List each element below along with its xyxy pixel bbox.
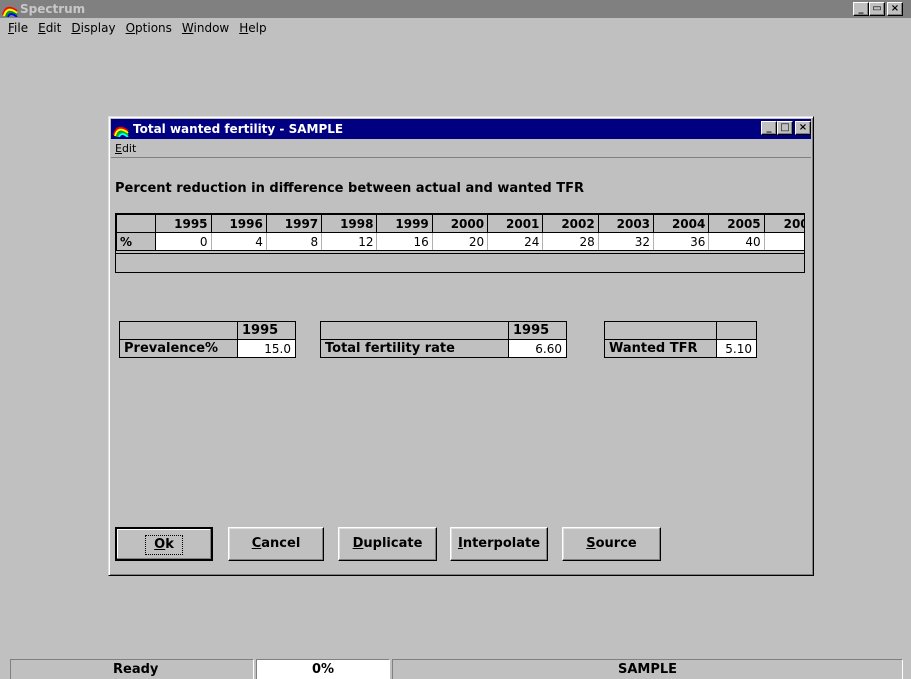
status-bar: Ready 0% SAMPLE bbox=[0, 657, 911, 679]
wanted-corner bbox=[604, 321, 717, 340]
year-header: 2001 bbox=[487, 214, 544, 233]
percent-cell[interactable]: 8 bbox=[265, 232, 323, 251]
status-file: SAMPLE bbox=[392, 659, 903, 679]
tfr-value[interactable]: 6.60 bbox=[508, 339, 567, 358]
percent-cell[interactable]: 24 bbox=[487, 232, 544, 251]
year-header: 1998 bbox=[321, 214, 378, 233]
app-title: Spectrum bbox=[20, 2, 86, 16]
status-progress-text: 0% bbox=[311, 662, 335, 677]
wanted-tfr-value[interactable]: 5.10 bbox=[716, 339, 757, 358]
percent-row: % 0 4 8 12 16 20 24 28 32 36 40 4 bbox=[116, 232, 804, 251]
menu-file[interactable]: File bbox=[4, 21, 34, 35]
source-button[interactable]: Source bbox=[562, 527, 661, 561]
dialog-titlebar[interactable]: Total wanted fertility - SAMPLE _ □ × bbox=[111, 119, 811, 139]
year-percent-table: 1995 1996 1997 1998 1999 2000 2001 2002 … bbox=[116, 214, 804, 251]
percent-cell[interactable]: 20 bbox=[431, 232, 489, 251]
app-titlebar: Spectrum _ ▭ × bbox=[0, 0, 911, 18]
total-fertility-rate-table: 1995 Total fertility rate 6.60 bbox=[320, 321, 567, 358]
spectrum-rainbow-icon bbox=[2, 6, 18, 17]
restore-button[interactable]: ▭ bbox=[869, 2, 885, 16]
reduction-heading: Percent reduction in difference between … bbox=[115, 181, 585, 196]
dialog-window-controls: _ □ × bbox=[761, 121, 811, 135]
status-progress: 0% bbox=[256, 659, 390, 679]
year-header: 1995 bbox=[155, 214, 212, 233]
percent-cell[interactable]: 36 bbox=[653, 232, 710, 251]
menu-options[interactable]: Options bbox=[122, 21, 178, 35]
percent-cell[interactable]: 32 bbox=[597, 232, 655, 251]
dialog-title: Total wanted fertility - SAMPLE bbox=[133, 122, 344, 136]
percent-row-label: % bbox=[116, 232, 157, 251]
prevalence-value[interactable]: 15.0 bbox=[237, 339, 296, 358]
percent-cell[interactable]: 12 bbox=[321, 232, 378, 251]
year-header: 1996 bbox=[210, 214, 267, 233]
percent-cell[interactable]: 16 bbox=[376, 232, 433, 251]
minimize-button[interactable]: _ bbox=[853, 2, 869, 16]
menu-window[interactable]: Window bbox=[178, 21, 235, 35]
menu-display[interactable]: Display bbox=[67, 21, 121, 35]
spectrum-rainbow-icon bbox=[113, 126, 129, 137]
interpolate-button[interactable]: Interpolate bbox=[450, 527, 548, 561]
app-menubar: File Edit Display Options Window Help bbox=[0, 18, 911, 38]
percent-cell[interactable]: 0 bbox=[155, 232, 212, 251]
duplicate-button[interactable]: Duplicate bbox=[338, 527, 437, 561]
dialog-close-button[interactable]: × bbox=[795, 121, 811, 135]
status-ready-text: Ready bbox=[113, 662, 159, 677]
year-header: 2005 bbox=[708, 214, 765, 233]
year-header: 2002 bbox=[542, 214, 599, 233]
year-header: 1997 bbox=[265, 214, 323, 233]
year-percent-grid: 1995 1996 1997 1998 1999 2000 2001 2002 … bbox=[115, 213, 805, 273]
horizontal-scrollbar-area[interactable] bbox=[116, 253, 804, 271]
menu-edit[interactable]: Edit bbox=[34, 21, 67, 35]
ok-button[interactable]: Ok bbox=[115, 527, 213, 561]
dialog-maximize-button[interactable]: □ bbox=[777, 121, 793, 135]
grid-corner bbox=[116, 214, 157, 233]
percent-cell[interactable]: 4 bbox=[763, 232, 804, 251]
total-wanted-fertility-dialog: Total wanted fertility - SAMPLE _ □ × Ed… bbox=[108, 116, 814, 576]
prevalence-table: 1995 Prevalence% 15.0 bbox=[119, 321, 296, 358]
percent-cell[interactable]: 28 bbox=[542, 232, 599, 251]
wanted-year-header bbox=[716, 321, 757, 340]
tfr-year-header: 1995 bbox=[508, 321, 567, 340]
tfr-label: Total fertility rate bbox=[320, 339, 509, 358]
dialog-menu-edit[interactable]: Edit bbox=[115, 142, 136, 155]
close-button[interactable]: × bbox=[887, 2, 903, 16]
tfr-corner bbox=[320, 321, 509, 340]
status-file-text: SAMPLE bbox=[617, 662, 678, 677]
percent-cell[interactable]: 4 bbox=[210, 232, 267, 251]
percent-cell[interactable]: 40 bbox=[708, 232, 765, 251]
prevalence-corner bbox=[119, 321, 238, 340]
year-header: 1999 bbox=[376, 214, 433, 233]
year-header-row: 1995 1996 1997 1998 1999 2000 2001 2002 … bbox=[116, 214, 804, 233]
app-window-controls: _ ▭ × bbox=[853, 2, 903, 16]
year-header: 2004 bbox=[653, 214, 710, 233]
status-ready: Ready bbox=[10, 659, 254, 679]
cancel-button[interactable]: Cancel bbox=[228, 527, 324, 561]
dialog-menubar: Edit bbox=[111, 140, 811, 158]
year-header: 2000 bbox=[431, 214, 489, 233]
prevalence-label: Prevalence% bbox=[119, 339, 238, 358]
dialog-minimize-button[interactable]: _ bbox=[761, 121, 777, 135]
wanted-tfr-table: Wanted TFR 5.10 bbox=[604, 321, 757, 358]
wanted-tfr-label: Wanted TFR bbox=[604, 339, 717, 358]
prevalence-year-header: 1995 bbox=[237, 321, 296, 340]
year-header: 2006 bbox=[763, 214, 804, 233]
year-header: 2003 bbox=[597, 214, 655, 233]
menu-help[interactable]: Help bbox=[235, 21, 272, 35]
